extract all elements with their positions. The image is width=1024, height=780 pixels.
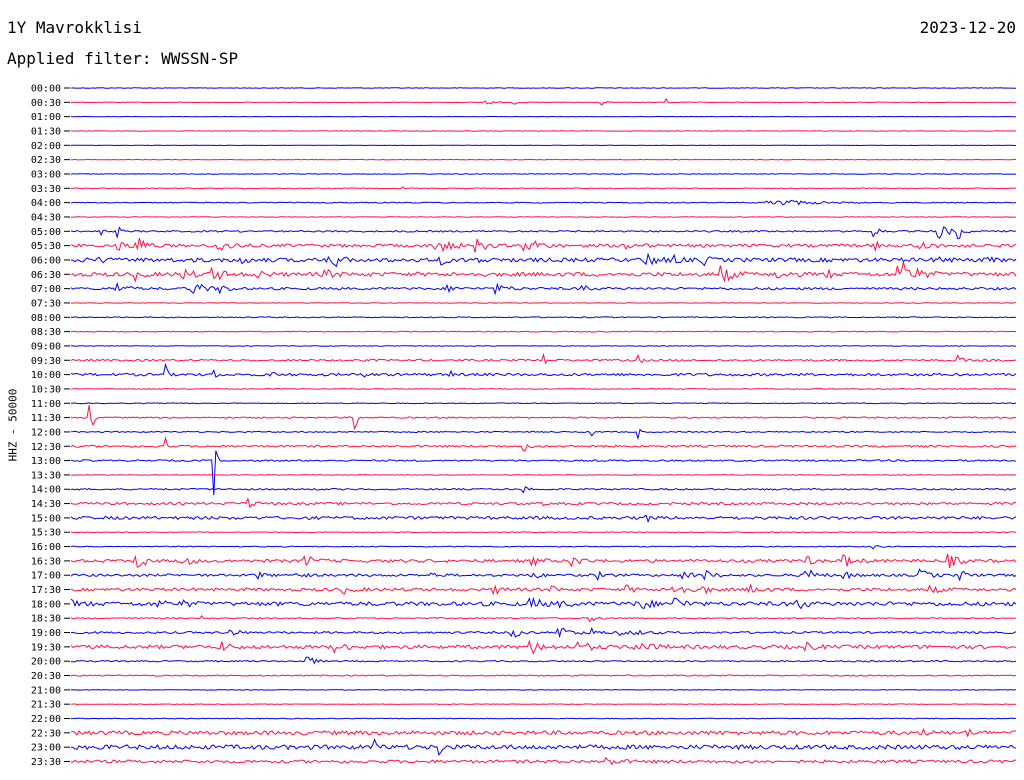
hour-tick-label: 11:00	[31, 399, 61, 410]
seismic-trace	[70, 544, 1017, 550]
seismic-trace	[70, 199, 1017, 206]
hour-tick-label: 05:30	[31, 241, 61, 252]
seismogram-plot: 00:00 00:30 01:00 01:30 02:00 02:30 03:00 03:30…	[31, 84, 1017, 768]
hour-tick-label: 22:30	[31, 728, 61, 739]
seismic-trace	[70, 514, 1017, 523]
hour-tick-label: 14:00	[31, 485, 61, 496]
hour-tick-label: 00:30	[31, 98, 61, 109]
seismic-trace	[70, 173, 1017, 175]
seismic-trace	[70, 656, 1017, 665]
seismic-trace	[70, 281, 1017, 296]
seismic-trace	[70, 345, 1016, 347]
hour-tick-label: 07:00	[31, 284, 61, 295]
seismic-trace	[70, 261, 1017, 283]
hour-tick-label: 20:30	[31, 671, 61, 682]
hour-tick-label: 06:30	[31, 270, 61, 281]
hour-tick-label: 10:00	[31, 370, 61, 381]
seismic-trace	[70, 639, 1017, 655]
hour-tick-label: 18:00	[31, 599, 61, 610]
hour-tick-label: 12:30	[31, 442, 61, 453]
hour-tick-label: 08:00	[31, 313, 61, 324]
hour-tick-label: 05:00	[31, 227, 61, 238]
seismic-trace	[70, 402, 1017, 405]
hour-tick-label: 00:00	[31, 84, 61, 95]
seismic-trace	[70, 553, 1017, 568]
seismic-trace	[70, 717, 1017, 720]
seismic-trace	[70, 531, 1017, 534]
seismic-trace	[70, 158, 1016, 161]
hour-tick-label: 04:00	[31, 198, 61, 209]
seismic-trace	[70, 568, 1017, 582]
seismic-trace	[70, 727, 1017, 738]
hour-tick-label: 18:30	[31, 614, 61, 625]
hour-tick-label: 02:00	[31, 141, 61, 152]
seismic-trace	[70, 614, 1017, 623]
hour-tick-label: 15:30	[31, 528, 61, 539]
hour-tick-label: 17:00	[31, 571, 61, 582]
seismic-trace	[70, 756, 1017, 766]
hour-tick-label: 21:30	[31, 700, 61, 711]
hour-tick-label: 03:00	[31, 169, 61, 180]
hour-tick-label: 16:30	[31, 556, 61, 567]
hour-tick-label: 11:30	[31, 413, 61, 424]
seismic-trace	[70, 486, 1017, 494]
seismic-trace	[70, 216, 1017, 218]
seismic-trace	[70, 226, 1017, 240]
seismic-trace	[70, 674, 1017, 677]
hour-tick-label: 01:30	[31, 126, 61, 137]
seismic-trace	[70, 428, 1017, 441]
hour-tick-label: 04:30	[31, 212, 61, 223]
hour-tick-label: 19:00	[31, 628, 61, 639]
seismic-trace	[70, 316, 1016, 319]
seismic-trace	[70, 689, 1017, 691]
seismic-trace	[70, 97, 1017, 106]
seismic-trace	[70, 436, 1017, 452]
hour-tick-label: 12:00	[31, 427, 61, 438]
seismic-trace	[70, 583, 1017, 596]
seismic-trace	[70, 330, 1017, 333]
hour-tick-label: 13:00	[31, 456, 61, 467]
hour-tick-label: 07:30	[31, 298, 61, 309]
hour-tick-label: 16:00	[31, 542, 61, 553]
hour-tick-label: 01:00	[31, 112, 61, 123]
hour-tick-label: 14:30	[31, 499, 61, 510]
seismic-trace	[70, 352, 1017, 365]
hour-tick-label: 15:00	[31, 513, 61, 524]
seismic-trace	[70, 387, 1017, 390]
hour-tick-label: 19:30	[31, 642, 61, 653]
hour-tick-label: 08:30	[31, 327, 61, 338]
seismic-trace	[70, 596, 1017, 610]
hour-tick-label: 21:00	[31, 685, 61, 696]
seismic-trace	[70, 405, 1017, 431]
seismic-trace	[70, 703, 1017, 706]
seismic-trace	[70, 627, 1017, 639]
hour-tick-label: 09:30	[31, 356, 61, 367]
hour-tick-label: 09:00	[31, 341, 61, 352]
hour-tick-label: 03:30	[31, 184, 61, 195]
seismic-trace	[70, 497, 1017, 509]
hour-tick-label: 22:00	[31, 714, 61, 725]
hour-tick-label: 06:00	[31, 255, 61, 266]
hour-tick-label: 20:00	[31, 657, 61, 668]
hour-tick-label: 23:30	[31, 757, 61, 768]
seismic-trace	[70, 474, 1017, 476]
hour-tick-label: 02:30	[31, 155, 61, 166]
hour-tick-label: 10:30	[31, 384, 61, 395]
seismic-trace	[70, 87, 1017, 89]
hour-tick-label: 23:00	[31, 743, 61, 754]
seismic-trace	[70, 362, 1017, 378]
seismic-trace	[70, 738, 1017, 756]
hour-tick-label: 13:30	[31, 470, 61, 481]
hour-tick-label: 17:30	[31, 585, 61, 596]
seismic-trace	[70, 237, 1017, 253]
seismic-trace	[70, 252, 1017, 268]
seismic-trace	[70, 186, 1017, 190]
seismic-trace	[70, 302, 1016, 304]
